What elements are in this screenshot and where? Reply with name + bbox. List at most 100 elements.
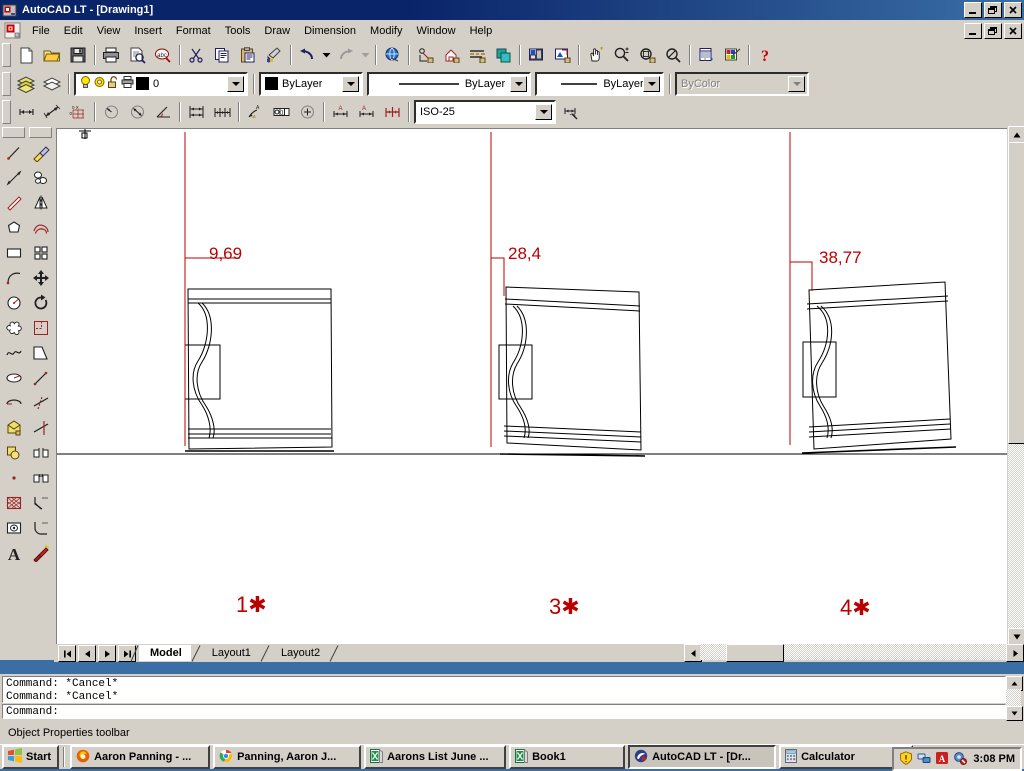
ordinate-dimension-icon[interactable]: 0 X 0: [65, 100, 91, 125]
pan-realtime-icon[interactable]: [582, 43, 608, 68]
scale-icon[interactable]: [28, 315, 53, 340]
chevron-down-icon[interactable]: [342, 75, 359, 92]
region-icon[interactable]: [1, 515, 26, 540]
hatch-icon[interactable]: [1, 490, 26, 515]
acrobat-icon[interactable]: A: [935, 751, 949, 768]
circle-icon[interactable]: [1, 290, 26, 315]
ellipse-arc-icon[interactable]: [1, 390, 26, 415]
command-input[interactable]: Command:: [2, 704, 1006, 719]
tab-layout1[interactable]: Layout1: [201, 645, 260, 661]
quick-leader-icon[interactable]: A: [242, 100, 268, 125]
dimstyle-combo[interactable]: ISO-25: [414, 100, 556, 124]
first-tab-icon[interactable]: [58, 645, 76, 662]
chevron-down-icon[interactable]: [227, 75, 244, 92]
copy-object-icon[interactable]: [28, 165, 53, 190]
new-icon[interactable]: [13, 43, 39, 68]
multiline-text-icon[interactable]: A: [1, 540, 26, 565]
redo-dropdown-caret-icon[interactable]: [359, 44, 372, 67]
next-tab-icon[interactable]: [98, 645, 116, 662]
point-icon[interactable]: [1, 465, 26, 490]
chamfer-icon[interactable]: [28, 490, 53, 515]
chevron-down-icon[interactable]: [643, 75, 660, 92]
chevron-down-icon[interactable]: [510, 75, 527, 92]
block-insert-icon[interactable]: [438, 43, 464, 68]
dimension-style-icon[interactable]: [558, 100, 584, 125]
linear-dimension-icon[interactable]: [13, 100, 39, 125]
properties-layers-icon[interactable]: [490, 43, 516, 68]
baseline-dimension-icon[interactable]: [183, 100, 209, 125]
continue-dimension-icon[interactable]: [209, 100, 235, 125]
tab-model[interactable]: Model: [139, 645, 191, 661]
hyperlink-globe-icon[interactable]: [379, 43, 405, 68]
line-icon[interactable]: [1, 140, 26, 165]
extend-icon[interactable]: [28, 415, 53, 440]
tiled-viewports-icon[interactable]: [523, 43, 549, 68]
construction-line-icon[interactable]: [1, 165, 26, 190]
command-history[interactable]: Command: *Cancel* Command: *Cancel*: [2, 676, 1006, 703]
tab-layout2[interactable]: Layout2: [270, 645, 329, 661]
linetype-icon[interactable]: [464, 43, 490, 68]
command-scroll-track[interactable]: [1006, 689, 1021, 706]
lightbulb-on-icon[interactable]: [79, 75, 92, 92]
zoom-previous-icon[interactable]: [660, 43, 686, 68]
center-mark-icon[interactable]: [294, 100, 320, 125]
menu-item-format[interactable]: Format: [169, 23, 218, 39]
help-question-icon[interactable]: ?: [752, 43, 778, 68]
menu-item-modify[interactable]: Modify: [363, 23, 409, 39]
taskbar-item-excel-aarons-list[interactable]: Aarons List June ...: [364, 745, 507, 769]
menu-item-help[interactable]: Help: [463, 23, 500, 39]
command-scrollbar[interactable]: [1006, 676, 1023, 721]
rectangle-icon[interactable]: [1, 240, 26, 265]
taskbar-item-autocad[interactable]: AutoCAD LT - [Dr...: [628, 745, 777, 769]
menu-item-draw[interactable]: Draw: [257, 23, 297, 39]
arc-icon[interactable]: [1, 265, 26, 290]
mdi-restore-button[interactable]: [984, 23, 1002, 39]
layer-combo[interactable]: 0: [74, 71, 248, 96]
break-at-point-icon[interactable]: [28, 440, 53, 465]
plot-printer-icon[interactable]: [121, 75, 135, 92]
linetype-combo[interactable]: ByLayer: [367, 71, 531, 96]
undo-dropdown-caret-icon[interactable]: [320, 44, 333, 67]
freeze-sun-icon[interactable]: [93, 75, 106, 92]
menu-item-insert[interactable]: Insert: [127, 23, 169, 39]
toolbar-grip[interactable]: [29, 127, 52, 138]
make-object-layer-current-icon[interactable]: [13, 71, 39, 96]
fillet-icon[interactable]: [28, 515, 53, 540]
layer-previous-icon[interactable]: [39, 71, 65, 96]
make-block-icon[interactable]: [1, 440, 26, 465]
lineweight-combo[interactable]: ByLayer: [535, 71, 664, 96]
taskbar-item-excel-book1[interactable]: Book1: [509, 745, 626, 769]
insert-block-icon[interactable]: [1, 415, 26, 440]
polyline-icon[interactable]: [1, 190, 26, 215]
menu-item-edit[interactable]: Edit: [57, 23, 90, 39]
lengthen-icon[interactable]: [28, 365, 53, 390]
rotate-icon[interactable]: [28, 290, 53, 315]
mdi-close-button[interactable]: [1004, 23, 1022, 39]
open-folder-icon[interactable]: [39, 43, 65, 68]
diameter-dimension-icon[interactable]: [124, 100, 150, 125]
paste-clipboard-icon[interactable]: [235, 43, 261, 68]
save-floppy-icon[interactable]: [65, 43, 91, 68]
close-button[interactable]: [1004, 2, 1022, 18]
print-preview-icon[interactable]: [124, 43, 150, 68]
dimension-update-icon[interactable]: [379, 100, 405, 125]
spellcheck-icon[interactable]: abc: [150, 43, 176, 68]
erase-icon[interactable]: [28, 140, 53, 165]
taskbar-item-chrome[interactable]: Panning, Aaron J...: [213, 745, 362, 769]
properties-palette-icon[interactable]: [693, 43, 719, 68]
toolbar-grip[interactable]: [2, 127, 25, 138]
color-combo[interactable]: ByLayer: [259, 71, 363, 96]
array-icon[interactable]: [28, 240, 53, 265]
vertical-scrollbar[interactable]: [1008, 126, 1024, 646]
undo-arrow-icon[interactable]: [294, 43, 320, 68]
zoom-window-icon[interactable]: [634, 43, 660, 68]
menu-item-dimension[interactable]: Dimension: [297, 23, 363, 39]
polygon-icon[interactable]: [1, 215, 26, 240]
start-button[interactable]: Start: [2, 745, 60, 769]
explode-icon[interactable]: [28, 540, 53, 565]
copy-icon[interactable]: [209, 43, 235, 68]
cut-scissors-icon[interactable]: [183, 43, 209, 68]
toolbar-grip[interactable]: [2, 71, 11, 96]
tolerance-icon[interactable]: 1: [268, 100, 294, 125]
ellipse-icon[interactable]: [1, 365, 26, 390]
